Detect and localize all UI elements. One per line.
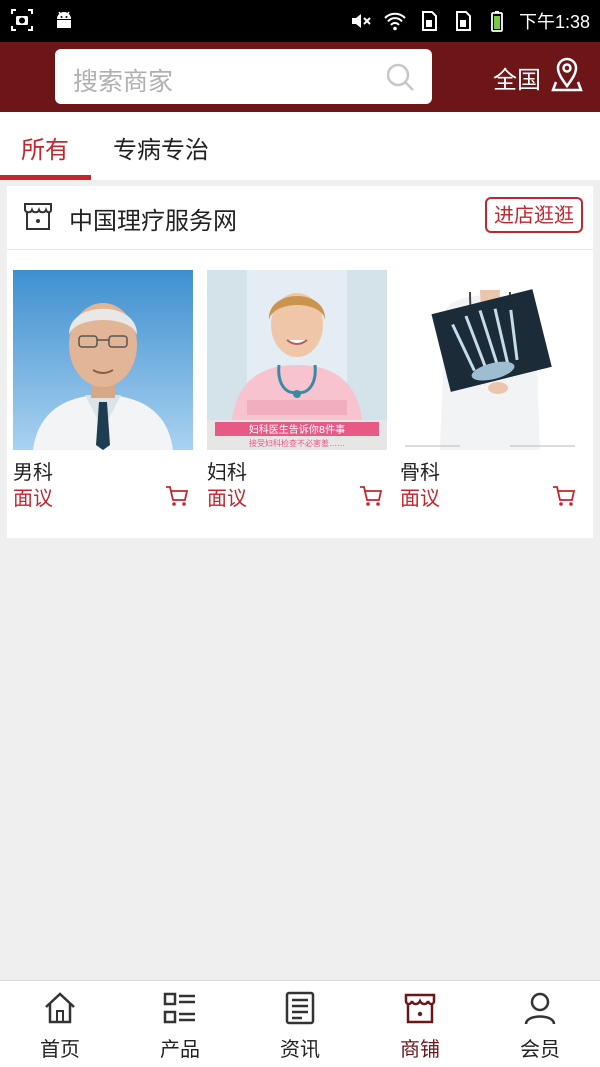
nav-products[interactable]: 产品: [120, 981, 240, 1067]
product-card[interactable]: 妇科医生告诉你8件事 接受妇科检查不必害羞…… 妇科 面议: [207, 270, 387, 510]
banner-line-2: 接受妇科检查不必害羞……: [249, 438, 345, 448]
elderly-doctor-photo: [13, 270, 193, 450]
banner-line-1: 妇科医生告诉你8件事: [249, 423, 345, 436]
tab-specialty[interactable]: 专病专治: [113, 130, 209, 165]
cart-icon[interactable]: [552, 485, 576, 507]
news-icon: [285, 991, 315, 1025]
xray-doctor-photo: [400, 270, 580, 450]
mute-icon: [351, 14, 371, 28]
product-name: 妇科: [207, 460, 247, 484]
nav-products-label: 产品: [160, 1037, 200, 1061]
product-card[interactable]: 骨科 面议: [400, 270, 580, 510]
shop-card: 中国理疗服务网 进店逛逛 男科 面议 妇科医生告诉你8件事 接受妇科检查不必害羞…: [7, 186, 593, 538]
status-time: 下午1:38: [518, 12, 590, 32]
user-icon: [524, 992, 556, 1025]
product-image[interactable]: [13, 270, 193, 450]
product-price: 面议: [400, 486, 440, 510]
nav-news-label: 资讯: [280, 1037, 320, 1061]
tab-all[interactable]: 所有: [21, 130, 69, 165]
wifi-icon: [384, 12, 406, 31]
nav-home-label: 首页: [40, 1037, 80, 1061]
active-tab-indicator: [0, 175, 91, 180]
android-icon: [57, 11, 71, 28]
nav-stores-label: 商铺: [400, 1037, 440, 1061]
store-icon: [24, 203, 52, 230]
nurse-photo: 妇科医生告诉你8件事 接受妇科检查不必害羞……: [207, 270, 387, 450]
nav-member[interactable]: 会员: [480, 981, 600, 1067]
cart-icon[interactable]: [359, 485, 383, 507]
header: 搜索商家 全国: [0, 42, 600, 112]
product-price: 面议: [13, 486, 53, 510]
list-icon: [163, 992, 195, 1024]
nav-stores[interactable]: 商铺: [360, 981, 480, 1067]
tab-bar: 所有 专病专治: [0, 112, 600, 180]
product-image[interactable]: [400, 270, 580, 450]
shop-header: 中国理疗服务网 进店逛逛: [7, 186, 593, 250]
product-name: 男科: [13, 460, 53, 484]
search-icon[interactable]: [384, 61, 416, 93]
bottom-nav: 首页 产品 资讯 商铺 会员: [0, 980, 600, 1067]
sim2-icon: [455, 11, 471, 31]
screenshot-icon: [11, 9, 33, 31]
search-input[interactable]: 搜索商家: [55, 49, 432, 104]
home-icon: [45, 992, 75, 1024]
nav-news[interactable]: 资讯: [240, 981, 360, 1067]
location-icon[interactable]: [551, 56, 583, 92]
shop-name: 中国理疗服务网: [69, 207, 237, 235]
sim1-icon: [421, 11, 437, 31]
product-image[interactable]: 妇科医生告诉你8件事 接受妇科检查不必害羞……: [207, 270, 387, 450]
nav-member-label: 会员: [520, 1037, 560, 1061]
cart-icon[interactable]: [165, 485, 189, 507]
region-selector[interactable]: 全国: [493, 60, 541, 95]
enter-shop-button[interactable]: 进店逛逛: [485, 197, 583, 233]
product-name: 骨科: [400, 460, 440, 484]
search-placeholder: 搜索商家: [73, 67, 174, 96]
store-icon: [404, 993, 436, 1024]
product-card[interactable]: 男科 面议: [13, 270, 193, 510]
product-price: 面议: [207, 486, 247, 510]
nav-home[interactable]: 首页: [0, 981, 120, 1067]
battery-icon: [491, 11, 503, 32]
status-bar: 下午1:38: [0, 0, 600, 42]
